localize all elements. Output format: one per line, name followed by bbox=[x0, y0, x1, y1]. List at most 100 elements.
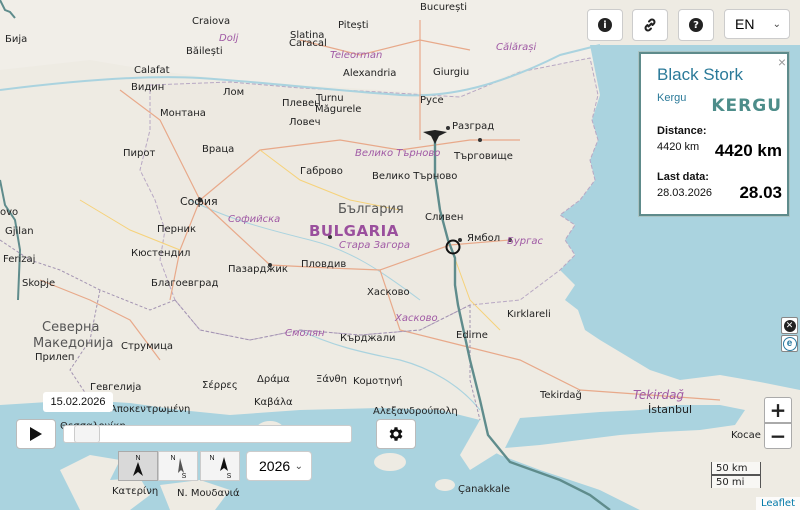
close-layer-button[interactable]: ✕ bbox=[781, 317, 798, 334]
map-label-yambol: Ямбол bbox=[467, 233, 501, 244]
close-circle-icon: ✕ bbox=[783, 319, 796, 332]
map-label-targovishte: Търговище bbox=[454, 151, 513, 162]
play-icon bbox=[30, 427, 42, 441]
help-icon: ? bbox=[689, 18, 703, 32]
chevron-down-icon: ⌄ bbox=[294, 460, 303, 472]
map-label-ruse: Русе bbox=[420, 95, 444, 106]
play-button[interactable] bbox=[16, 419, 56, 449]
last-data-value-big: 28.03 bbox=[739, 183, 782, 202]
timeline-thumb[interactable] bbox=[74, 425, 100, 443]
map-label-caracal: Caracal bbox=[289, 38, 327, 49]
bird-name: Kergu bbox=[657, 92, 687, 104]
map-label-makedonija: Македонија bbox=[33, 336, 114, 351]
map-label-strumica: Струмица bbox=[121, 341, 174, 352]
timeline-slider[interactable] bbox=[63, 425, 352, 443]
language-value: EN bbox=[735, 16, 755, 32]
map-label-craiova: Craiova bbox=[192, 16, 231, 27]
year-select[interactable]: 2026 ⌄ bbox=[246, 451, 312, 481]
map-label-alexandroupoli: Αλεξανδρούπολη bbox=[373, 406, 458, 417]
country-highlight-label: BULGARIA bbox=[309, 222, 399, 240]
map-label-calafat: Calafat bbox=[134, 65, 170, 76]
zoom-out-button[interactable]: − bbox=[764, 423, 792, 449]
map-label-srbija: Бија bbox=[5, 34, 28, 45]
map-label-kyustendil: Кюстендил bbox=[131, 248, 191, 259]
map-label-edirne: Edirne bbox=[456, 330, 488, 341]
map-label-kardzhali: Кърджали bbox=[340, 333, 396, 344]
map-label-veliko-tarnovo: Велико Търново bbox=[372, 171, 458, 182]
attribution-link[interactable]: Leaflet bbox=[755, 497, 800, 510]
bird-info-panel: × Black Stork Kergu KERGU Distance: 4420… bbox=[639, 52, 789, 216]
orientation-south-button[interactable]: N S bbox=[158, 451, 198, 481]
current-date-label: 15.02.2026 bbox=[43, 392, 113, 412]
last-data-label: Last data: bbox=[657, 171, 709, 183]
e-layer-button[interactable]: e bbox=[781, 335, 798, 352]
map-label-tekirdag: Tekirdağ bbox=[540, 390, 582, 401]
map-label-gabrovo: Габрово bbox=[300, 166, 343, 177]
settings-button[interactable] bbox=[376, 419, 416, 449]
map-label-kirklareli: Kırklareli bbox=[507, 309, 551, 320]
map-label-makedonia-thraki: Αποκεντρωμένη bbox=[110, 404, 191, 415]
link-button[interactable] bbox=[632, 9, 668, 41]
map-label-stara-zagora: Стара Загора bbox=[339, 240, 410, 251]
map-label-skopje: Skopje bbox=[22, 278, 56, 289]
map-label-veliko-tarnovo-region: Велико Търново bbox=[355, 148, 441, 159]
close-icon[interactable]: × bbox=[775, 54, 789, 70]
last-data-value-small: 28.03.2026 bbox=[657, 187, 713, 199]
orientation-north-button[interactable]: N bbox=[118, 451, 158, 481]
map-label-sliven: Сливен bbox=[425, 212, 464, 223]
map-label-teleorman: Teleorman bbox=[330, 50, 383, 61]
scale-mi: 50 mi bbox=[711, 475, 761, 488]
map-label-canakkale: Çanakkale bbox=[458, 484, 511, 495]
svg-text:S: S bbox=[227, 473, 232, 479]
language-select[interactable]: EN ⌄ bbox=[724, 9, 790, 39]
map-label-balesti: Băilești bbox=[186, 46, 223, 57]
map-label-severna: Северна bbox=[42, 320, 100, 335]
map-label-haskovo: Хасково bbox=[367, 287, 410, 298]
map-label-giurgiu: Giurgiu bbox=[433, 67, 470, 78]
zoom-in-button[interactable]: + bbox=[764, 397, 792, 423]
map-label-haskovo-region: Хасково bbox=[395, 313, 438, 324]
map-label-vidin: Видин bbox=[131, 82, 165, 93]
map-label-katerini: Κατερίνη bbox=[112, 486, 159, 497]
bird-logo: KERGU bbox=[711, 96, 782, 116]
map-label-plovdiv: Пловдив bbox=[301, 259, 347, 270]
map-label-magurele: Măgurele bbox=[315, 104, 362, 115]
map-label-pirot: Пирот bbox=[123, 148, 156, 159]
svg-text:N: N bbox=[170, 455, 175, 462]
map-label-bulgaria-native: България bbox=[338, 202, 404, 217]
map-label-dolj: Dolj bbox=[219, 33, 239, 44]
rotated-arrow-icon: N S bbox=[170, 455, 187, 479]
map-label-pitesti: Pitești bbox=[338, 20, 369, 31]
map-label-lom: Лом bbox=[223, 87, 245, 98]
map-label-vratsa: Враца bbox=[202, 144, 235, 155]
help-button[interactable]: ? bbox=[678, 9, 714, 41]
map-label-ferizaj: Ferizaj bbox=[3, 254, 36, 265]
chevron-down-icon: ⌄ bbox=[772, 18, 781, 30]
map-label-alexandria: Alexandria bbox=[343, 68, 397, 79]
map-label-prilep: Прилеп bbox=[35, 352, 75, 363]
map-label-calarasi: Călărași bbox=[496, 42, 537, 53]
info-button[interactable]: i bbox=[587, 9, 623, 41]
map-label-turnu: Turnu bbox=[316, 93, 344, 104]
distance-value-big: 4420 km bbox=[714, 141, 782, 160]
map-label-sofia: София bbox=[180, 195, 218, 208]
map-label-bucuresti: București bbox=[420, 2, 467, 13]
map-label-pazardzhik: Пазарджик bbox=[228, 264, 288, 275]
map-label-razgrad: Разград bbox=[452, 121, 495, 132]
scale-km: 50 km bbox=[711, 462, 761, 475]
map-label-kavala: Καβάλα bbox=[254, 397, 293, 408]
map-label-tekirdag-region: Tekirdağ bbox=[633, 388, 685, 402]
map-label-istanbul: İstanbul bbox=[648, 403, 693, 416]
orientation-ns-button[interactable]: N S bbox=[200, 451, 240, 481]
map-label-burgas: Бургас bbox=[507, 236, 544, 247]
map-label-lovech: Ловеч bbox=[289, 117, 321, 128]
map-label-xanthi: Ξάνθη bbox=[316, 374, 347, 385]
species-name: Black Stork bbox=[657, 65, 743, 84]
info-icon: i bbox=[598, 18, 612, 32]
svg-text:S: S bbox=[182, 473, 187, 479]
map-label-blagoevgrad: Благоевград bbox=[151, 278, 219, 289]
link-icon bbox=[644, 18, 656, 32]
ns-arrows-icon: N S bbox=[209, 455, 232, 479]
map-label-montana: Монтана bbox=[160, 108, 206, 119]
distance-label: Distance: bbox=[657, 125, 707, 137]
